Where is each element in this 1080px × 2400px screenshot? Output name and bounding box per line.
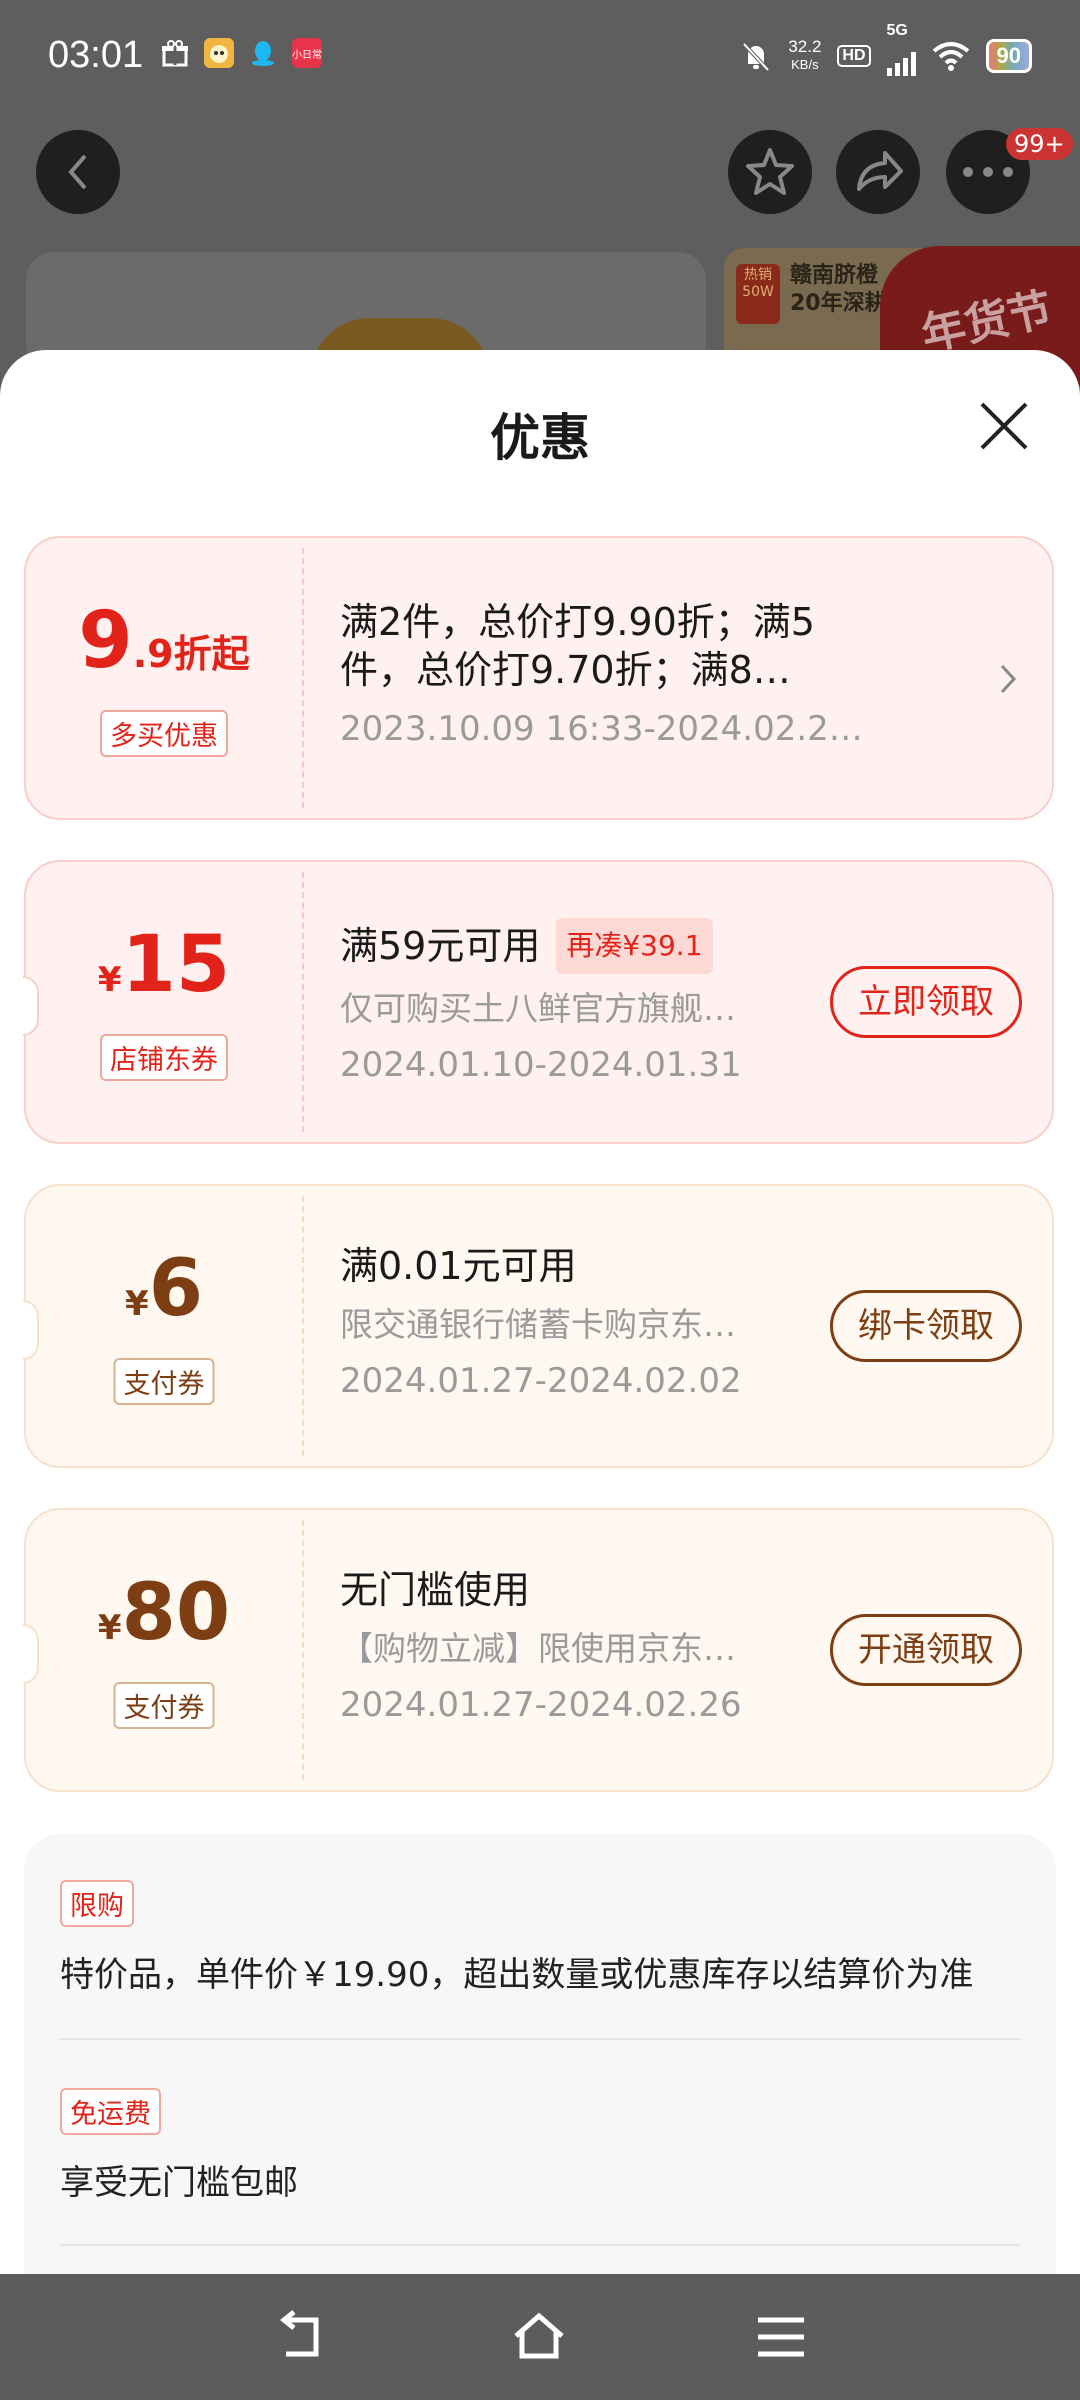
- coupon-title: 满2件，总价打9.90折；满5件，总价打9.70折；满8…: [340, 600, 815, 692]
- more-dots-icon: [963, 167, 1013, 177]
- share-button[interactable]: [836, 130, 920, 214]
- coupon-type-tag: 支付券: [113, 1682, 215, 1729]
- coupon-currency: ¥: [97, 960, 122, 1000]
- promo-text: 赣南脐橙 20年深耕: [790, 262, 887, 318]
- coupon-gap-badge: 再凑¥39.1: [556, 918, 713, 974]
- coupon-info: 满59元可用 再凑¥39.1 仅可购买土八鲜官方旗舰… 2024.01.10-20…: [340, 918, 880, 1086]
- coupon-type-tag: 支付券: [113, 1358, 215, 1405]
- app-red-icon: 小日常: [292, 38, 322, 68]
- coupon-date: 2024.01.27-2024.02.26: [340, 1685, 742, 1725]
- coupon-type-tag: 多买优惠: [100, 710, 228, 757]
- coupon-amount-area: ¥6 支付券: [26, 1186, 302, 1470]
- coupon-condition: 满59元可用: [340, 924, 541, 968]
- coupon-info: 满0.01元可用 限交通银行储蓄卡购京东… 2024.01.27-2024.02…: [340, 1242, 880, 1402]
- net-speed-unit: KB/s: [791, 57, 819, 72]
- coupon-title: 满0.01元可用: [340, 1244, 577, 1288]
- rule-text: 享受无门槛包邮: [60, 2163, 298, 2203]
- coupon-info: 满2件，总价打9.90折；满5件，总价打9.70折；满8… 2023.10.09…: [340, 598, 880, 750]
- coupon-amount-area: ¥15 店铺东券: [26, 862, 302, 1146]
- close-icon: [980, 402, 1028, 450]
- coupon-info: 无门槛使用 【购物立减】限使用京东… 2024.01.27-2024.02.26: [340, 1566, 880, 1726]
- coupon-date: 2024.01.27-2024.02.02: [340, 1361, 742, 1401]
- coupon-amount-area: 9.9折起 多买优惠: [26, 538, 302, 822]
- message-badge: 99+: [1006, 128, 1073, 160]
- net-speed-value: 32.2: [788, 37, 822, 56]
- coupon-amount: ¥15: [26, 920, 302, 1010]
- coupon-description: 仅可购买土八鲜官方旗舰…: [340, 989, 736, 1028]
- coupon-divider: [302, 1196, 304, 1456]
- coupon-amount: ¥80: [26, 1568, 302, 1658]
- coupon-type-tag: 店铺东券: [100, 1034, 228, 1081]
- app-red-label: 小日常: [292, 49, 322, 61]
- sheet-title: 优惠: [490, 409, 590, 467]
- coupon-amount-area: ¥80 支付券: [26, 1510, 302, 1794]
- rule-divider: [60, 2038, 1020, 2040]
- coupon-title: 无门槛使用: [340, 1568, 531, 1612]
- coupon-divider: [302, 1520, 304, 1780]
- qq-icon: [248, 38, 278, 68]
- hd-icon: HD: [837, 45, 871, 67]
- rule-purchase-limit: 限购 特价品，单件价￥19.90，超出数量或优惠库存以结算价为准: [60, 1880, 1020, 1996]
- coupon-amount: 9.9折起: [26, 596, 302, 686]
- home-nav-icon[interactable]: [512, 2310, 566, 2364]
- promo-line1: 赣南脐橙: [790, 263, 879, 288]
- coupon-amount-big: 9: [78, 596, 133, 686]
- system-nav-bar: [0, 2274, 1080, 2400]
- rule-free-shipping: 免运费 享受无门槛包邮: [60, 2088, 1020, 2204]
- coupon-amount: ¥6: [26, 1244, 302, 1334]
- back-arrow-icon: [68, 154, 87, 190]
- status-bar: 03:01 小日常 32.2 KB/s HD 5G 90: [0, 0, 1080, 118]
- bind-card-claim-button[interactable]: 绑卡领取: [830, 1290, 1022, 1362]
- coupon-date: 2023.10.09 16:33-2024.02.2…: [340, 709, 863, 749]
- coupon-amount-value: 6: [148, 1244, 203, 1334]
- promo-seal-line1: 热销: [744, 267, 772, 283]
- coupon-title: 满59元可用 再凑¥39.1: [340, 918, 880, 974]
- coupon-payment-80: ¥80 支付券 无门槛使用 【购物立减】限使用京东… 2024.01.27-20…: [23, 1508, 1054, 1794]
- coupon-amount-suffix: .9折起: [132, 632, 250, 676]
- notification-icons: 小日常: [160, 38, 322, 68]
- close-button[interactable]: [978, 400, 1030, 452]
- promo-seal-line2: 50W: [742, 284, 774, 300]
- back-button[interactable]: [36, 130, 120, 214]
- status-right: 32.2 KB/s HD 5G 90: [740, 22, 1032, 76]
- back-nav-icon[interactable]: [272, 2310, 326, 2364]
- gift-icon: [160, 38, 190, 68]
- coupon-multibuy[interactable]: 9.9折起 多买优惠 满2件，总价打9.90折；满5件，总价打9.70折；满8……: [24, 536, 1054, 820]
- net-speed: 32.2 KB/s: [788, 38, 821, 74]
- battery-indicator: 90: [985, 39, 1032, 73]
- coupon-date: 2024.01.10-2024.01.31: [340, 1045, 742, 1085]
- share-icon: [857, 151, 903, 191]
- rule-divider: [60, 2244, 1020, 2246]
- favorite-button[interactable]: [728, 130, 812, 214]
- claim-now-button[interactable]: 立即领取: [830, 966, 1022, 1038]
- coupon-amount-value: 80: [121, 1568, 231, 1658]
- rule-text: 特价品，单件价￥19.90，超出数量或优惠库存以结算价为准: [60, 1955, 974, 1995]
- menu-nav-icon[interactable]: [754, 2310, 808, 2364]
- status-time: 03:01: [48, 34, 144, 76]
- coupon-currency: ¥: [125, 1284, 149, 1324]
- coupon-payment-6: ¥6 支付券 满0.01元可用 限交通银行储蓄卡购京东… 2024.01.27-…: [23, 1184, 1054, 1470]
- promo-seal: 热销 50W: [736, 264, 780, 324]
- coupon-description: 【购物立减】限使用京东…: [340, 1629, 736, 1668]
- coupon-description: 限交通银行储蓄卡购京东…: [340, 1305, 736, 1344]
- rule-tag: 限购: [60, 1880, 134, 1927]
- mute-bell-icon: [742, 42, 770, 72]
- coupon-store: ¥15 店铺东券 满59元可用 再凑¥39.1 仅可购买土八鲜官方旗舰… 2024…: [23, 860, 1054, 1146]
- wifi-icon: [932, 42, 969, 71]
- chevron-right-icon[interactable]: [998, 662, 1020, 696]
- coupon-amount-value: 15: [121, 920, 231, 1010]
- coupon-divider: [302, 548, 304, 808]
- coupon-divider: [302, 872, 304, 1132]
- coupon-currency: ¥: [97, 1608, 122, 1648]
- rule-tag: 免运费: [60, 2088, 161, 2135]
- app-mascot-icon: [204, 38, 234, 68]
- activate-claim-button[interactable]: 开通领取: [830, 1614, 1022, 1686]
- signal-icon: 5G: [886, 22, 916, 76]
- star-icon: [746, 148, 794, 195]
- network-type: 5G: [886, 22, 908, 39]
- promo-line2: 20年深耕: [790, 291, 887, 316]
